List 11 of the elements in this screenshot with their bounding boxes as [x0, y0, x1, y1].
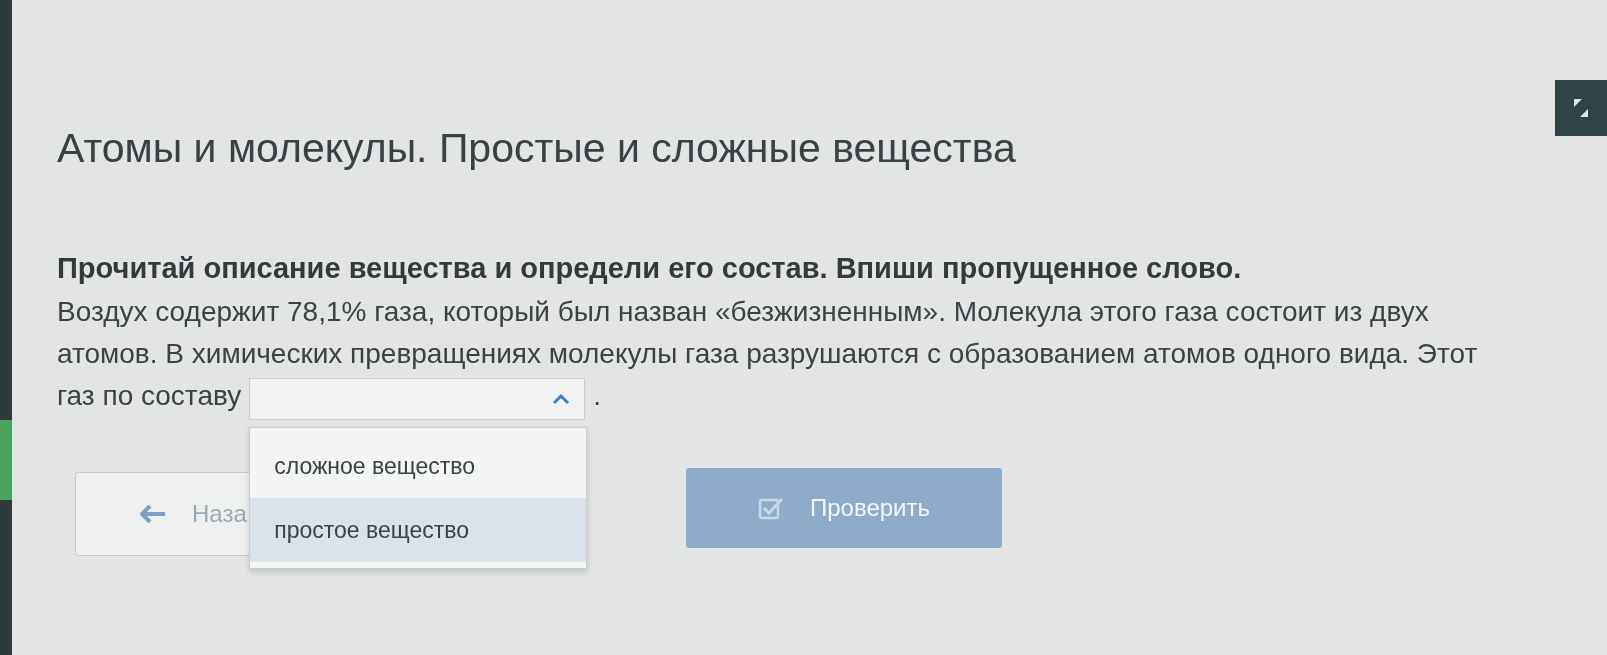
- task-text: Воздух содержит 78,1% газа, который был назван «безжизненным». Молекула этого газа состоит из двух: [57, 296, 1429, 327]
- punctuation: .: [593, 380, 601, 411]
- task-text: газ по составу: [57, 380, 242, 411]
- task-instruction: Прочитай описание вещества и определи его состав. Впиши пропущенное слово.: [57, 252, 1243, 285]
- arrow-left-icon: [140, 505, 166, 524]
- check-icon: [758, 496, 784, 521]
- dropdown-option[interactable]: простое вещество: [250, 498, 587, 563]
- fullscreen-button[interactable]: [1555, 80, 1607, 136]
- chevron-icon: [552, 393, 571, 406]
- task-text: атомов. В химических превращениях молекулы газа разрушаются с образованием атомов одного вида. Этот: [57, 338, 1478, 369]
- page-title: Атомы и молекулы. Простые и сложные вещества: [57, 125, 1017, 172]
